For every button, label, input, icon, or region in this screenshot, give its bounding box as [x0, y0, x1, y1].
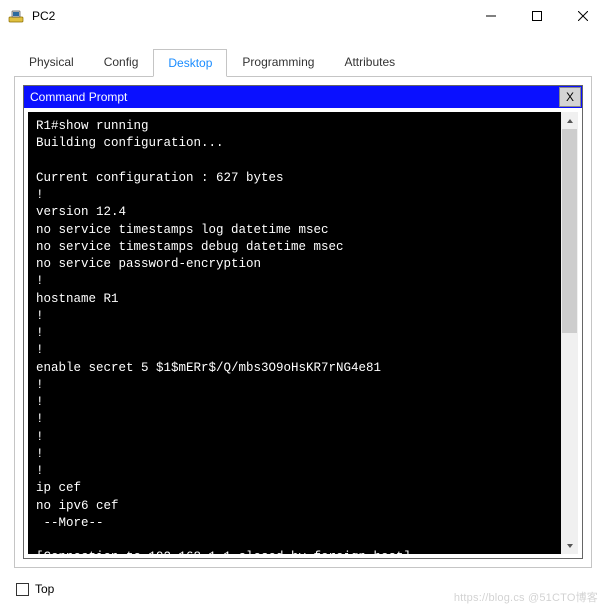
tab-desktop[interactable]: Desktop — [153, 49, 227, 77]
scrollbar[interactable] — [561, 112, 578, 554]
tab-attributes[interactable]: Attributes — [329, 48, 410, 76]
window-title: PC2 — [32, 9, 468, 23]
scrollbar-track[interactable] — [561, 129, 578, 537]
tab-bar: Physical Config Desktop Programming Attr… — [0, 32, 606, 76]
tab-physical[interactable]: Physical — [14, 48, 89, 76]
watermark: https://blog.cs @51CTO博客 — [454, 589, 598, 605]
maximize-button[interactable] — [514, 0, 560, 32]
scrollbar-up-button[interactable] — [561, 112, 578, 129]
minimize-button[interactable] — [468, 0, 514, 32]
window-controls — [468, 0, 606, 32]
scrollbar-thumb[interactable] — [562, 129, 577, 333]
titlebar: PC2 — [0, 0, 606, 32]
command-prompt-body-wrap: R1#show running Building configuration..… — [24, 108, 582, 558]
app-icon — [8, 8, 24, 24]
command-prompt-window: Command Prompt X R1#show running Buildin… — [23, 85, 583, 559]
command-prompt-title: Command Prompt — [30, 90, 558, 104]
command-prompt-close-button[interactable]: X — [559, 87, 581, 107]
command-prompt-titlebar: Command Prompt X — [24, 86, 582, 108]
content-area: Command Prompt X R1#show running Buildin… — [14, 76, 592, 568]
scrollbar-down-button[interactable] — [561, 537, 578, 554]
tab-config[interactable]: Config — [89, 48, 154, 76]
close-button[interactable] — [560, 0, 606, 32]
top-checkbox[interactable] — [16, 583, 29, 596]
top-checkbox-label: Top — [35, 582, 54, 596]
command-prompt-terminal[interactable]: R1#show running Building configuration..… — [28, 112, 561, 554]
tab-programming[interactable]: Programming — [227, 48, 329, 76]
